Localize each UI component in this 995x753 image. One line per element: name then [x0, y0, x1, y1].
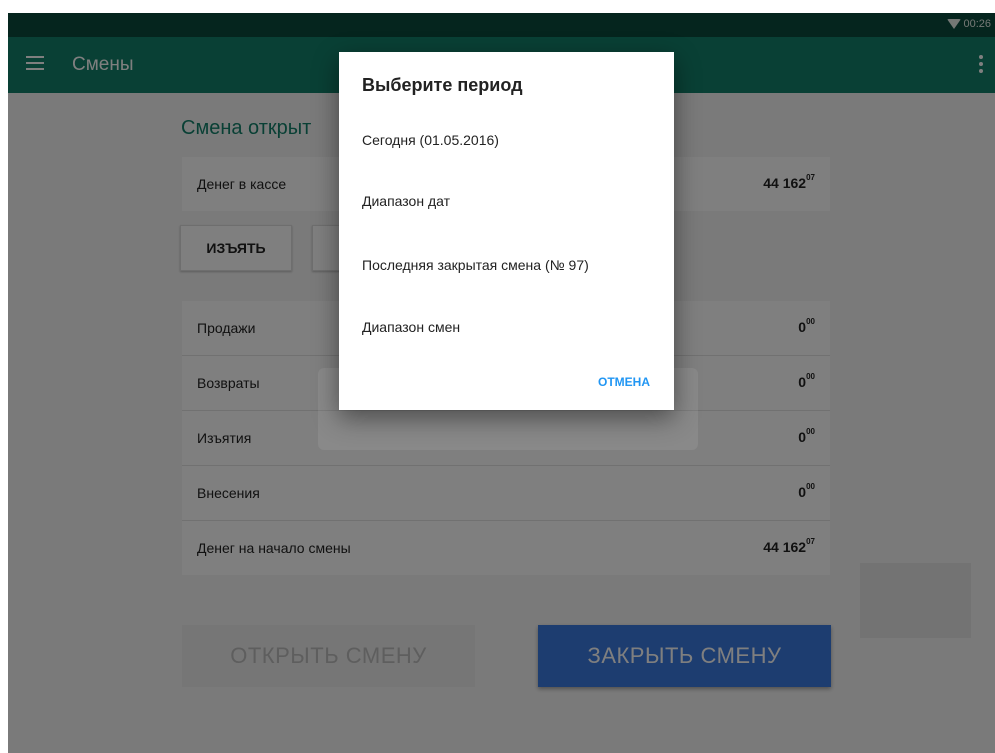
period-dialog: Выберите период Сегодня (01.05.2016) Диа… — [339, 52, 674, 410]
app-screen: 00:26 Смены Смена открыт Денег в кассе 4… — [8, 13, 995, 753]
option-date-range[interactable]: Диапазон дат — [362, 193, 450, 209]
option-last-closed-shift[interactable]: Последняя закрытая смена (№ 97) — [362, 257, 589, 273]
dialog-title: Выберите период — [362, 75, 523, 95]
dialog-cancel-button[interactable]: ОТМЕНА — [598, 375, 650, 389]
option-shift-range[interactable]: Диапазон смен — [362, 319, 460, 335]
option-today[interactable]: Сегодня (01.05.2016) — [362, 132, 499, 148]
